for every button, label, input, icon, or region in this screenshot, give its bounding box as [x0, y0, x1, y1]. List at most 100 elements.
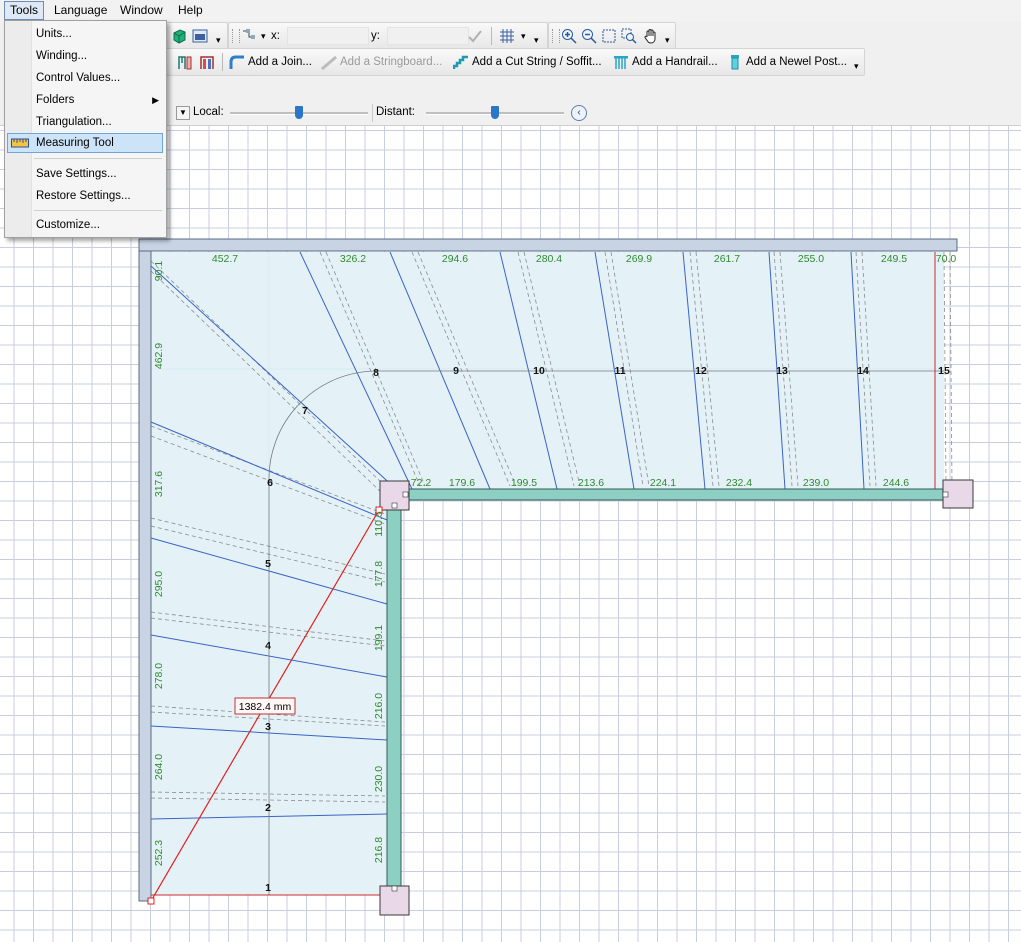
measure-start-handle[interactable] [147, 897, 155, 905]
dimension-label: 199.1 [373, 625, 385, 651]
toolbar-grip[interactable] [232, 29, 240, 43]
snap-dropdown-icon[interactable]: ▾ [261, 31, 266, 42]
add-handrail-button[interactable]: Add a Handrail... [613, 52, 718, 72]
staircase-plan: 1382.4 mm 1 2 3 4 5 6 7 8 9 10 11 12 13 … [138, 238, 974, 916]
menu-item-label: Restore Settings... [36, 190, 131, 202]
dimension-label: 179.6 [449, 477, 475, 489]
menu-item-customize[interactable]: Customize... [7, 215, 163, 235]
menu-item-restore-settings[interactable]: Restore Settings... [7, 186, 163, 206]
distant-slider-thumb[interactable] [491, 106, 499, 119]
dimension-label: 177.8 [373, 561, 385, 587]
menu-help[interactable]: Help [173, 2, 208, 19]
step-number: 11 [614, 365, 625, 377]
menu-separator [34, 158, 162, 159]
collapse-left-icon[interactable]: ‹ [571, 105, 587, 121]
add-newel-post-label: Add a Newel Post... [746, 56, 847, 68]
cube-icon[interactable] [171, 26, 190, 46]
menu-item-measuring-tool[interactable]: Measuring Tool [7, 133, 163, 153]
grid-dropdown-icon[interactable]: ▾ [521, 31, 526, 42]
dimension-label: 278.0 [153, 663, 165, 689]
toolbar-view: ▾ [165, 22, 228, 50]
x-coordinate-input[interactable] [287, 27, 369, 45]
left-wall [138, 250, 152, 902]
post-marker [391, 502, 398, 509]
add-cut-string-label: Add a Cut String / Soffit... [472, 56, 602, 68]
local-slider-thumb[interactable] [295, 106, 303, 119]
step-number: 1 [265, 882, 271, 894]
dimension-label: 269.9 [626, 253, 652, 265]
toolbar-grip[interactable] [552, 29, 560, 43]
menu-item-label: Save Settings... [36, 168, 117, 180]
dimension-label: 452.7 [212, 253, 238, 265]
dimension-label: 232.4 [726, 477, 752, 489]
zoom-extents-icon[interactable] [601, 26, 620, 46]
menu-separator [34, 210, 162, 211]
menu-item-control-values[interactable]: Control Values... [7, 68, 163, 88]
toolbar-overflow-icon[interactable]: ▾ [216, 35, 221, 46]
checkmark-icon[interactable] [467, 26, 486, 46]
dimension-label: 216.8 [373, 837, 385, 863]
menu-bar: Tools Language Window Help [0, 0, 1021, 22]
dimension-label: 249.5 [881, 253, 907, 265]
menu-item-folders[interactable]: Folders ▶ [7, 90, 163, 110]
local-label: Local: [193, 106, 224, 118]
menu-item-units[interactable]: Units... [7, 24, 163, 44]
submenu-arrow-icon: ▶ [152, 95, 159, 105]
menu-item-triangulation[interactable]: Triangulation... [7, 112, 163, 132]
add-stringboard-button[interactable]: Add a Stringboard... [321, 52, 442, 72]
x-label: x: [271, 30, 280, 42]
menu-item-save-settings[interactable]: Save Settings... [7, 164, 163, 184]
menu-tools[interactable]: Tools [4, 1, 45, 20]
step-number: 8 [373, 367, 379, 379]
menu-item-label: Customize... [36, 219, 100, 231]
step-number: 2 [265, 802, 271, 814]
toolbar-overflow-icon[interactable]: ▾ [534, 35, 539, 46]
dimension-label: 216.0 [373, 693, 385, 719]
inner-stringer-vertical [386, 508, 402, 888]
step-number: 6 [267, 477, 273, 489]
menu-item-label: Units... [36, 28, 72, 40]
toolbar-overflow-icon[interactable]: ▾ [854, 61, 859, 72]
step-number: 9 [453, 365, 459, 377]
dimension-label: 252.3 [153, 840, 165, 866]
menu-item-label: Measuring Tool [36, 137, 114, 149]
toolbar-coordinates: ▾ x: y: ▾ ▾ [228, 22, 548, 50]
dimension-label: 199.5 [511, 477, 537, 489]
post-pair-icon[interactable] [199, 52, 218, 72]
snap-icon[interactable] [241, 26, 260, 46]
newel-pair-icon[interactable] [177, 52, 196, 72]
dimension-label: 110.5 [373, 511, 385, 537]
y-label: y: [371, 30, 380, 42]
dimension-label: 213.6 [578, 477, 604, 489]
menu-language[interactable]: Language [49, 2, 112, 19]
menu-item-label: Winding... [36, 50, 88, 62]
menu-window[interactable]: Window [115, 2, 168, 19]
dimension-label: 294.6 [442, 253, 468, 265]
pan-hand-icon[interactable] [643, 26, 662, 46]
add-newel-post-button[interactable]: Add a Newel Post... [727, 52, 847, 72]
add-cut-string-button[interactable]: Add a Cut String / Soffit... [453, 52, 602, 72]
grid-icon[interactable] [499, 26, 518, 46]
dimension-label: 244.6 [883, 477, 909, 489]
dimension-label: 90.1 [153, 261, 165, 282]
view-2d-icon[interactable] [192, 26, 211, 46]
toolbar-separator [372, 104, 373, 122]
menu-item-winding[interactable]: Winding... [7, 46, 163, 66]
post-marker [942, 491, 949, 498]
zoom-in-icon[interactable] [561, 26, 580, 46]
view-dropdown-arrow-icon[interactable]: ▼ [176, 106, 190, 120]
zoom-out-icon[interactable] [581, 26, 600, 46]
add-stringboard-label: Add a Stringboard... [340, 56, 443, 68]
inner-stringer-horizontal [408, 488, 946, 501]
zoom-window-icon[interactable] [621, 26, 640, 46]
dimension-label: 261.7 [714, 253, 740, 265]
toolbar-separator [222, 53, 223, 71]
toolbar-overflow-icon[interactable]: ▾ [665, 35, 670, 46]
add-join-button[interactable]: Add a Join... [229, 52, 312, 72]
post-marker [402, 491, 409, 498]
y-coordinate-input[interactable] [387, 27, 469, 45]
stair-floor [151, 252, 944, 895]
add-join-label: Add a Join... [248, 56, 312, 68]
drawing-canvas[interactable]: 1382.4 mm 1 2 3 4 5 6 7 8 9 10 11 12 13 … [0, 126, 1021, 942]
step-number: 3 [265, 721, 271, 733]
